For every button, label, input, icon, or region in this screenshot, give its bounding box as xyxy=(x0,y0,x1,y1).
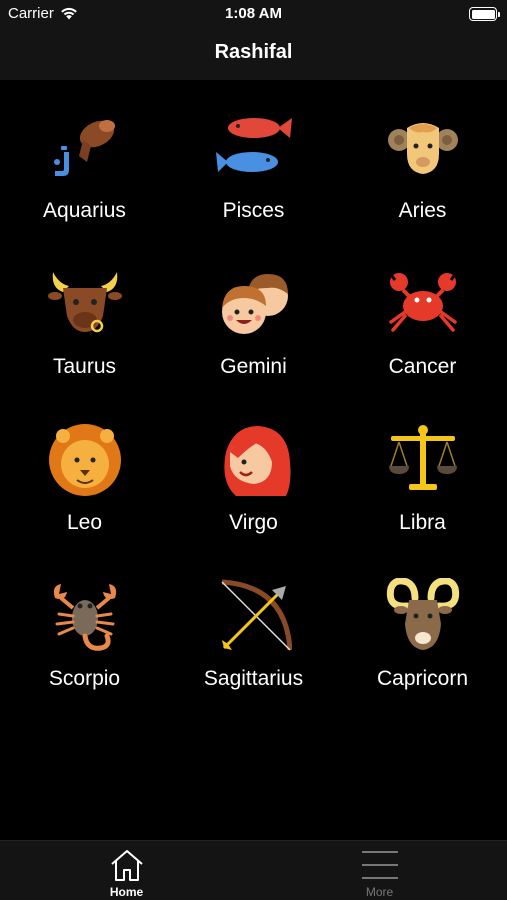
leo-icon xyxy=(47,422,123,498)
tab-home-label: Home xyxy=(109,885,144,899)
zodiac-cell-aquarius[interactable]: Aquarius xyxy=(0,80,169,236)
zodiac-cell-pisces[interactable]: Pisces xyxy=(169,80,338,236)
capricorn-icon xyxy=(385,578,461,654)
libra-icon xyxy=(385,422,461,498)
zodiac-cell-aries[interactable]: Aries xyxy=(338,80,507,236)
status-time: 1:08 AM xyxy=(225,5,282,22)
zodiac-label: Taurus xyxy=(52,355,117,378)
page-title: Rashifal xyxy=(214,41,293,63)
menu-icon xyxy=(361,851,398,879)
pisces-icon xyxy=(216,110,292,186)
zodiac-cell-libra[interactable]: Libra xyxy=(338,392,507,548)
zodiac-cell-scorpio[interactable]: Scorpio xyxy=(0,548,169,704)
aquarius-icon xyxy=(47,110,123,186)
zodiac-cell-gemini[interactable]: Gemini xyxy=(169,236,338,392)
sagittarius-icon xyxy=(216,578,292,654)
taurus-icon xyxy=(47,266,123,342)
scorpio-icon xyxy=(47,578,123,654)
tab-home[interactable]: Home xyxy=(0,841,253,900)
zodiac-cell-leo[interactable]: Leo xyxy=(0,392,169,548)
tab-more[interactable]: More xyxy=(253,841,506,900)
zodiac-cell-capricorn[interactable]: Capricorn xyxy=(338,548,507,704)
zodiac-cell-sagittarius[interactable]: Sagittarius xyxy=(169,548,338,704)
tab-bar: Home More xyxy=(0,840,507,900)
zodiac-label: Aries xyxy=(398,199,447,222)
virgo-icon xyxy=(216,422,292,498)
home-icon xyxy=(110,850,143,881)
cancer-icon xyxy=(385,266,461,342)
zodiac-label: Libra xyxy=(399,511,446,534)
aries-icon xyxy=(385,110,461,186)
navigation-bar: Rashifal xyxy=(0,28,507,80)
tab-more-label: More xyxy=(365,885,394,899)
zodiac-cell-virgo[interactable]: Virgo xyxy=(169,392,338,548)
zodiac-label: Aquarius xyxy=(43,199,126,222)
zodiac-label: Virgo xyxy=(229,511,278,534)
zodiac-label: Pisces xyxy=(222,199,285,222)
status-bar: Carrier 1:08 AM xyxy=(0,0,507,28)
zodiac-label: Leo xyxy=(66,511,103,534)
battery-icon xyxy=(469,7,500,21)
zodiac-label: Cancer xyxy=(388,355,457,378)
zodiac-label: Capricorn xyxy=(376,667,469,690)
gemini-icon xyxy=(216,266,292,342)
zodiac-cell-cancer[interactable]: Cancer xyxy=(338,236,507,392)
zodiac-label: Sagittarius xyxy=(203,667,304,690)
zodiac-label: Gemini xyxy=(220,355,287,378)
zodiac-cell-taurus[interactable]: Taurus xyxy=(0,236,169,392)
zodiac-label: Scorpio xyxy=(48,667,121,690)
